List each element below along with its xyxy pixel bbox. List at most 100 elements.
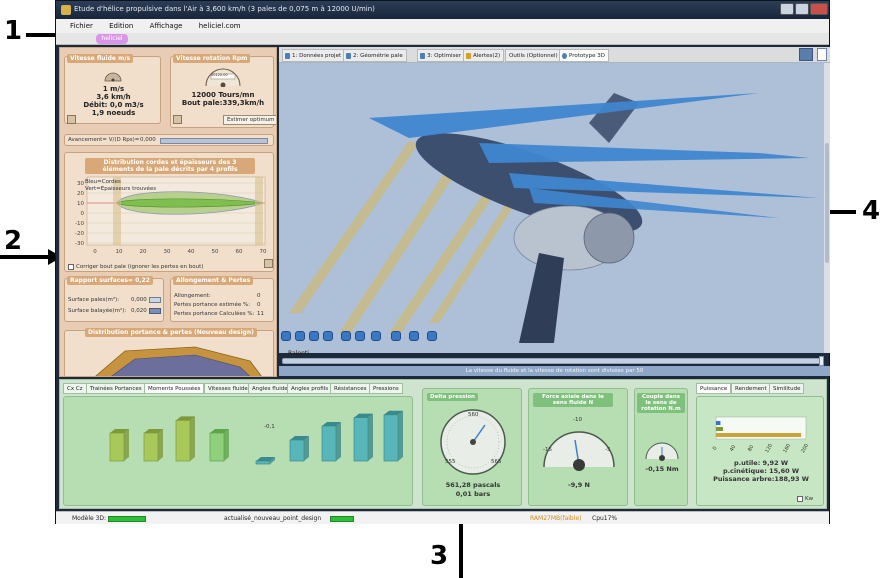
vitesse-ms: 1 m/s (102, 85, 125, 93)
noeuds: 1,9 noeuds (91, 109, 136, 117)
tab-outils[interactable]: Outils (Optionnel) (505, 49, 562, 62)
delta-pression-panel: Delta pression 560 555 565 561,28 pascal… (422, 388, 522, 506)
tab-donnees-projet[interactable]: 1: Données projet (282, 49, 346, 62)
view-settings-icon[interactable] (799, 48, 813, 61)
prototype-3d-view[interactable] (279, 63, 830, 353)
distribution-x-tick: 10 (116, 249, 123, 255)
surface-pales-label: Surface pales(m²): (68, 297, 120, 303)
menu-edition[interactable]: Edition (109, 22, 133, 30)
moment-bar (289, 439, 305, 462)
ralenti-slider[interactable] (282, 356, 824, 366)
draw-icon[interactable] (391, 331, 401, 341)
tab-vitesses-fluide[interactable]: Vitesses fluide (204, 383, 252, 394)
tab-puissance[interactable]: Puissance (696, 383, 732, 394)
view-status-text: La vitesse du fluide et la vitesse de ro… (279, 366, 830, 376)
tab-angles-profils[interactable]: Angles profils (287, 383, 333, 394)
power-bar (716, 421, 721, 425)
distribution-x-tick: 60 (236, 249, 243, 255)
close-button[interactable] (810, 3, 828, 15)
toolbar: heliciel (56, 33, 829, 45)
force-tick-minus15: -15 (543, 447, 552, 453)
tab-resistances[interactable]: Résistances (330, 383, 371, 394)
force-axiale-title: Force axiale dans le sens fluide N (533, 393, 613, 407)
allongement-box: Allongement & Pertes Allongement: 0 Pert… (170, 276, 274, 322)
app-window: Etude d'hélice propulsive dans l'Air à 3… (55, 0, 830, 524)
globe-icon (562, 53, 567, 59)
distribution-y-tick: 0 (81, 211, 85, 217)
tab-alertes[interactable]: Alertes(2) (463, 49, 505, 62)
distribution-tip-band (255, 177, 263, 245)
force-axiale-panel: Force axiale dans le sens fluide N -10 -… (528, 388, 628, 506)
edit-speed-icon[interactable] (67, 115, 76, 124)
distribution-y-tick: 30 (77, 181, 84, 187)
camera-icon[interactable] (355, 331, 365, 341)
menu-fichier[interactable]: Fichier (70, 22, 93, 30)
pressure-tick-555: 555 (445, 459, 456, 465)
tab-rendement[interactable]: Rendement (731, 383, 771, 394)
tab-cx-cz[interactable]: Cx Cz (63, 383, 87, 394)
corriger-label: Corriger bout pale (ignorer les pertes e… (76, 264, 204, 270)
view-scrollbar[interactable] (824, 63, 830, 353)
pan-icon[interactable] (323, 331, 333, 341)
bar-value-label: -0,1 (264, 424, 275, 430)
minimize-button[interactable] (780, 3, 794, 15)
pertes-calculees-value: 11 (257, 311, 264, 317)
moment-bar (255, 460, 271, 465)
annotation-3: 3 (430, 541, 449, 571)
tab-optimiser[interactable]: 3: Optimiser (417, 49, 466, 62)
moments-bar-chart (109, 410, 403, 465)
pertes-estimees-label: Pertes portance estimée %: (174, 302, 251, 308)
tab-pressions[interactable]: Pressions (369, 383, 403, 394)
tab-trainees-portances[interactable]: Trainées Portances (86, 383, 146, 394)
moment-bar (209, 432, 225, 462)
avancement-bar (160, 138, 268, 144)
distribution-x-tick: 70 (260, 249, 267, 255)
rotate-icon[interactable] (309, 331, 319, 341)
allongement-label: Allongement: (174, 293, 211, 299)
grid-icon[interactable] (341, 331, 351, 341)
maximize-button[interactable] (795, 3, 809, 15)
zoom-icon[interactable] (295, 331, 305, 341)
power-bar-chart: 0 40 80 120 160 200 (712, 416, 810, 454)
distribution-y-tick: -30 (75, 241, 84, 247)
home-view-icon[interactable] (281, 331, 291, 341)
tab-angles-fluide[interactable]: Angles fluide (248, 383, 292, 394)
speed-gauge-icon (104, 72, 122, 82)
menu-heliciel[interactable]: heliciel.com (199, 22, 241, 30)
power-x-tick: 200 (800, 443, 810, 454)
tool-icon[interactable] (427, 331, 437, 341)
tab-similitude[interactable]: Similitude (769, 383, 805, 394)
ralenti-slider-thumb[interactable] (819, 356, 824, 366)
moment-bar-side (368, 413, 373, 461)
power-x-tick: 160 (782, 443, 792, 454)
rapport-box: Rapport surfaces= 0,22 Surface pales(m²)… (64, 276, 164, 322)
estimer-optimum-button[interactable]: Estimer optimum (223, 115, 276, 125)
kw-label: Kw (805, 496, 814, 502)
moment-bar (321, 425, 337, 462)
moment-bar (383, 414, 399, 462)
tab-geometrie-pale[interactable]: 2: Géométrie pale (343, 49, 407, 62)
p-utile: p.utile: 9,92 W (733, 459, 789, 467)
pertes-calculees-label: Pertes portance Calculées %: (174, 311, 255, 317)
edit-rpm-icon[interactable] (173, 115, 182, 124)
tab-prototype-3d[interactable]: Prototype 3D (559, 49, 610, 62)
distribution-title: Distribution cordes et épaisseurs des 3 … (85, 158, 255, 174)
kw-checkbox[interactable] (797, 496, 803, 502)
corriger-checkbox[interactable] (68, 264, 74, 270)
tab-moments-poussees[interactable]: Moments Poussées (144, 383, 205, 394)
ralenti-label: Ralenti (288, 350, 309, 357)
distribution-x-tick: 20 (140, 249, 147, 255)
edit-distribution-icon[interactable] (264, 259, 273, 268)
moment-bar-side (190, 416, 195, 461)
menu-affichage[interactable]: Affichage (150, 22, 183, 30)
pressure-bars: 0,01 bars (455, 490, 491, 498)
power-bar (716, 427, 724, 431)
axis-icon[interactable] (409, 331, 419, 341)
view-scroll-thumb[interactable] (825, 143, 829, 263)
portance-box: Distribution portance & pertes (Nouveau … (64, 328, 274, 376)
annotation-1: 1 (4, 16, 23, 46)
light-icon[interactable] (371, 331, 381, 341)
view-export-icon[interactable] (817, 48, 827, 61)
debit: Débit: 0,0 m3/s (83, 101, 144, 109)
moment-bar-side (124, 429, 129, 461)
